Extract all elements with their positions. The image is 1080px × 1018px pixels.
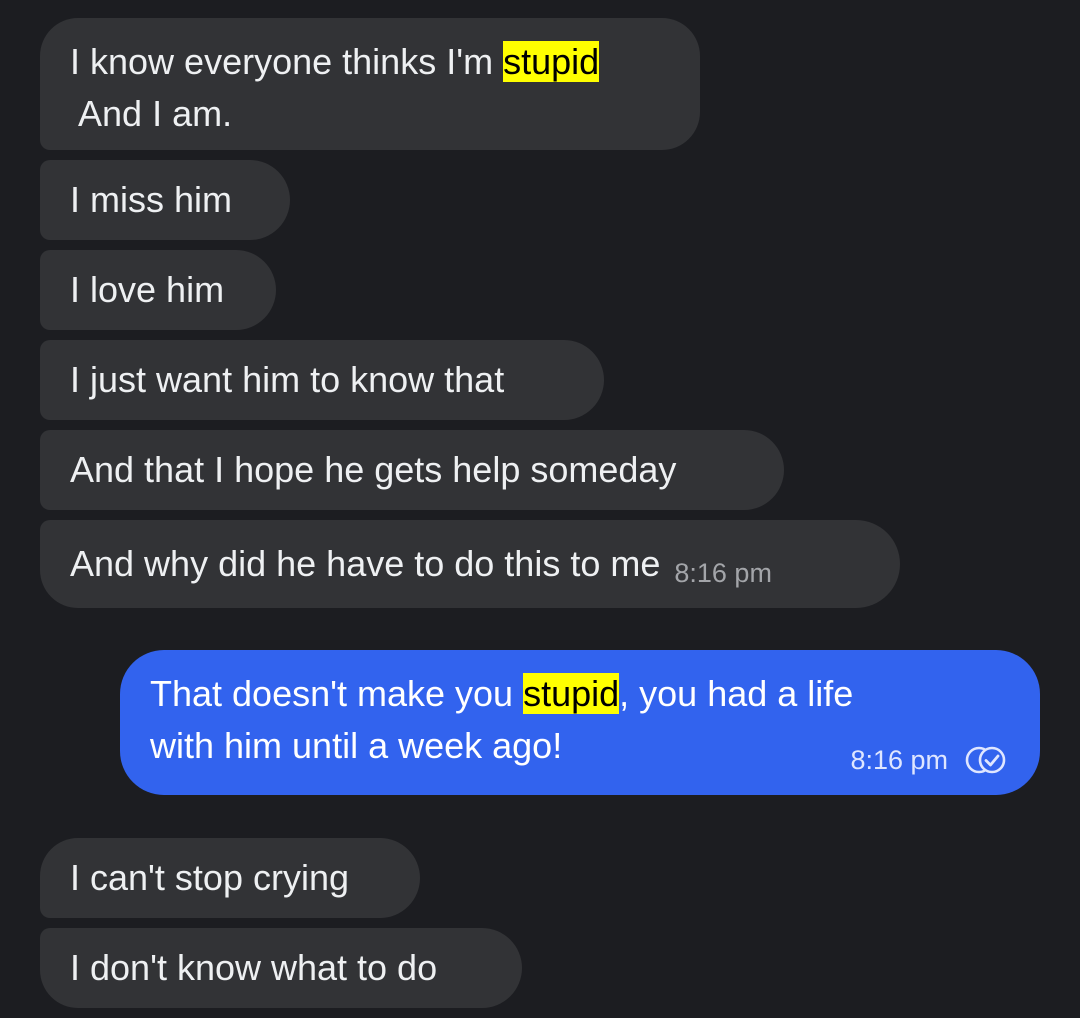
highlighted-text: stupid (503, 41, 600, 82)
message-text-line2: with him until a week ago! (150, 725, 563, 766)
message-text: And that I hope he gets help someday (70, 449, 677, 490)
message-bubble-incoming[interactable]: And why did he have to do this to me 8:16… (40, 520, 900, 608)
message-bubble-incoming[interactable]: I love him (40, 250, 276, 330)
message-text: I don't know what to do (70, 947, 438, 988)
message-text: That doesn't make you (150, 673, 524, 714)
message-text-line2: And I am. (70, 93, 233, 134)
message-bubble-incoming[interactable]: I just want him to know that (40, 340, 604, 420)
message-text-after: , you had a life (619, 673, 854, 714)
message-thread[interactable]: I know everyone thinks I'm stupid And I … (0, 0, 1080, 1018)
message-bubble-incoming[interactable]: I know everyone thinks I'm stupid And I … (40, 18, 700, 150)
message-meta: 8:16 pm (850, 745, 1010, 775)
message-timestamp: 8:16 pm (674, 558, 772, 588)
message-text: I just want him to know that (70, 359, 505, 400)
message-bubble-outgoing[interactable]: That doesn't make you stupid, you had a … (120, 650, 1040, 795)
message-bubble-incoming[interactable]: I miss him (40, 160, 290, 240)
message-text: I can't stop crying (70, 857, 349, 898)
message-bubble-incoming[interactable]: And that I hope he gets help someday (40, 430, 784, 510)
message-text: I miss him (70, 179, 232, 220)
message-text: And why did he have to do this to me (70, 543, 661, 584)
message-text: I love him (70, 269, 225, 310)
double-check-read-icon (965, 746, 1006, 774)
message-bubble-incoming[interactable]: I can't stop crying (40, 838, 420, 918)
message-bubble-incoming[interactable]: I don't know what to do (40, 928, 522, 1008)
message-text: I know everyone thinks I'm (70, 41, 504, 82)
highlighted-text: stupid (523, 673, 620, 714)
message-timestamp: 8:16 pm (850, 745, 948, 775)
